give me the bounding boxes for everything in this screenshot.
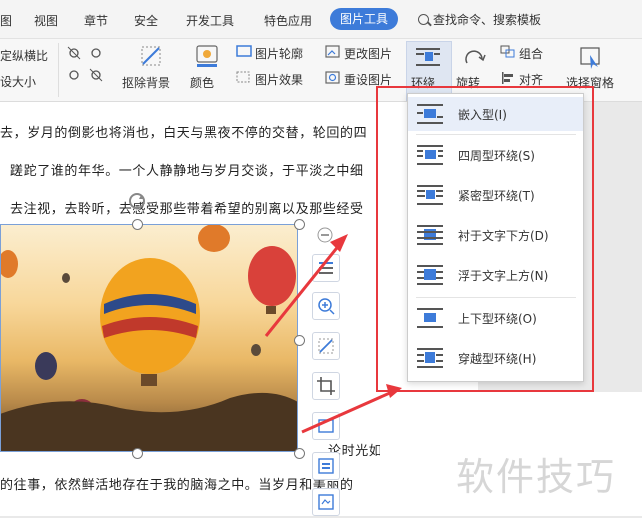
annotation-arrows bbox=[264, 234, 402, 434]
